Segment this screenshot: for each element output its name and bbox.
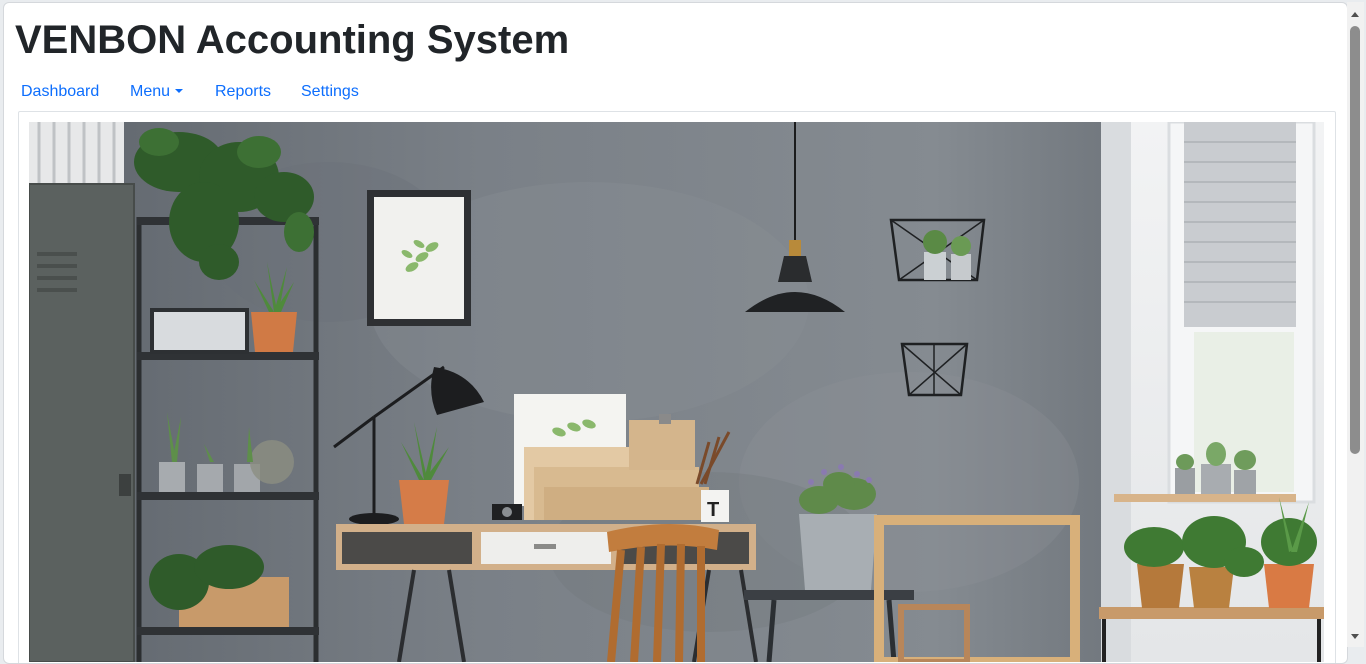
nav-menu-label: Menu (130, 83, 171, 100)
svg-text:T: T (707, 499, 719, 521)
scroll-up-arrow-icon[interactable] (1351, 12, 1359, 17)
nav-settings-link[interactable]: Settings (301, 83, 359, 101)
nav-reports-link[interactable]: Reports (215, 83, 271, 101)
nav-menu-dropdown[interactable]: Menu (130, 83, 184, 101)
nav-dashboard-link[interactable]: Dashboard (21, 83, 99, 101)
caret-down-icon (175, 89, 184, 93)
content-card: T (18, 111, 1336, 663)
scroll-down-arrow-icon[interactable] (1351, 634, 1359, 639)
vertical-scrollbar[interactable] (1347, 2, 1364, 647)
scrollbar-thumb[interactable] (1350, 26, 1360, 454)
hero-image: T (29, 122, 1324, 662)
app-window: VENBON Accounting System Dashboard Menu … (3, 2, 1348, 664)
office-interior-illustration: T (29, 122, 1324, 662)
page-title: VENBON Accounting System (15, 18, 570, 62)
